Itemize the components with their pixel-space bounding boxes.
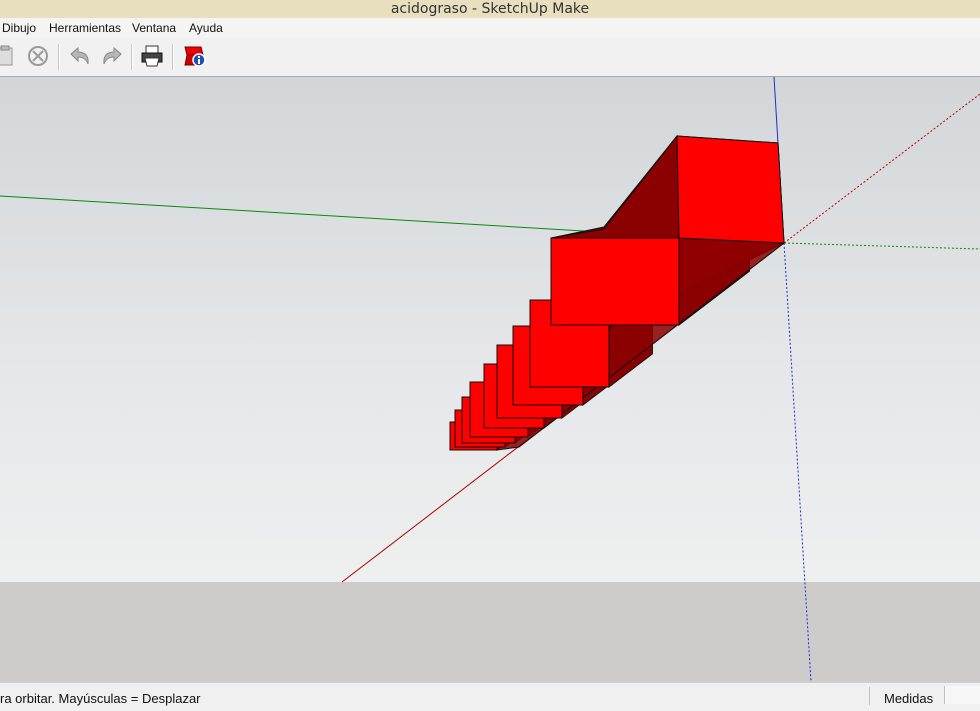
toolbar-separator	[172, 44, 174, 70]
erase-icon	[28, 46, 48, 66]
paste-button[interactable]	[0, 42, 18, 70]
menu-ventana[interactable]: Ventana	[130, 18, 178, 38]
redo-button[interactable]	[98, 42, 126, 70]
paste-icon	[0, 45, 13, 66]
red-axis-negative	[783, 93, 980, 244]
measurements-input[interactable]	[944, 686, 980, 704]
undo-button[interactable]	[66, 42, 94, 70]
model-info-icon	[184, 46, 206, 67]
scene-3d	[0, 77, 980, 682]
status-hint: ra orbitar. Mayúsculas = Desplazar	[0, 691, 201, 706]
model-viewport[interactable]	[0, 77, 980, 682]
print-icon	[141, 45, 163, 67]
menu-dibujo[interactable]: Dibujo	[0, 18, 38, 38]
menu-ayuda[interactable]: Ayuda	[187, 18, 225, 38]
measurements-label: Medidas	[884, 691, 934, 706]
undo-icon	[70, 46, 89, 65]
box-front-face	[550, 237, 680, 326]
status-bar: ra orbitar. Mayúsculas = Desplazar Medid…	[0, 682, 980, 708]
erase-button[interactable]	[24, 42, 52, 70]
toolbar-separator	[131, 44, 133, 70]
print-button[interactable]	[138, 42, 166, 70]
model-info-button[interactable]	[181, 42, 209, 70]
menu-bar: Dibujo Herramientas Ventana Ayuda	[0, 18, 980, 38]
redo-icon	[103, 46, 122, 65]
blue-axis-negative	[783, 242, 812, 682]
menu-herramientas[interactable]: Herramientas	[47, 18, 123, 38]
toolbar	[0, 38, 980, 77]
bar-end-face	[676, 135, 785, 244]
window-title: acidograso - SketchUp Make	[390, 1, 590, 17]
status-separator	[869, 687, 870, 705]
toolbar-separator	[58, 44, 60, 70]
title-bar: acidograso - SketchUp Make	[0, 0, 980, 18]
green-axis-negative	[783, 242, 980, 250]
